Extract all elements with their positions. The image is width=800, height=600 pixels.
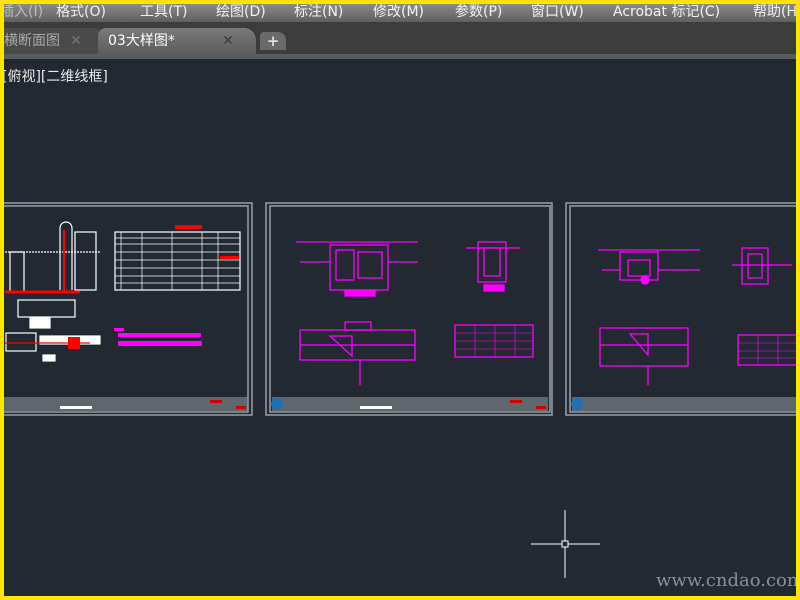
sheet-2-drawing xyxy=(296,241,534,385)
sheet-1-notes xyxy=(114,328,202,346)
layout-frames xyxy=(4,202,796,416)
sheet-3-frame xyxy=(565,202,796,416)
viewport-controls[interactable]: [俯视][二维线框] xyxy=(4,66,108,86)
title-blocks xyxy=(4,397,796,411)
cad-window: 插入(I) 格式(O) 工具(T) 绘图(D) 标注(N) 修改(M) 参数(P… xyxy=(4,4,796,596)
sheet-3-drawing xyxy=(598,247,796,385)
crosshair-cursor xyxy=(531,510,600,578)
watermark: www.cndao.com xyxy=(656,570,796,591)
sheet-2-frame xyxy=(265,202,553,416)
sheet-1-frame xyxy=(4,202,253,416)
sheet-1-drawing xyxy=(5,221,241,362)
logo-icon xyxy=(571,398,583,410)
logo-icon xyxy=(271,398,283,410)
model-space-canvas[interactable] xyxy=(4,4,796,596)
